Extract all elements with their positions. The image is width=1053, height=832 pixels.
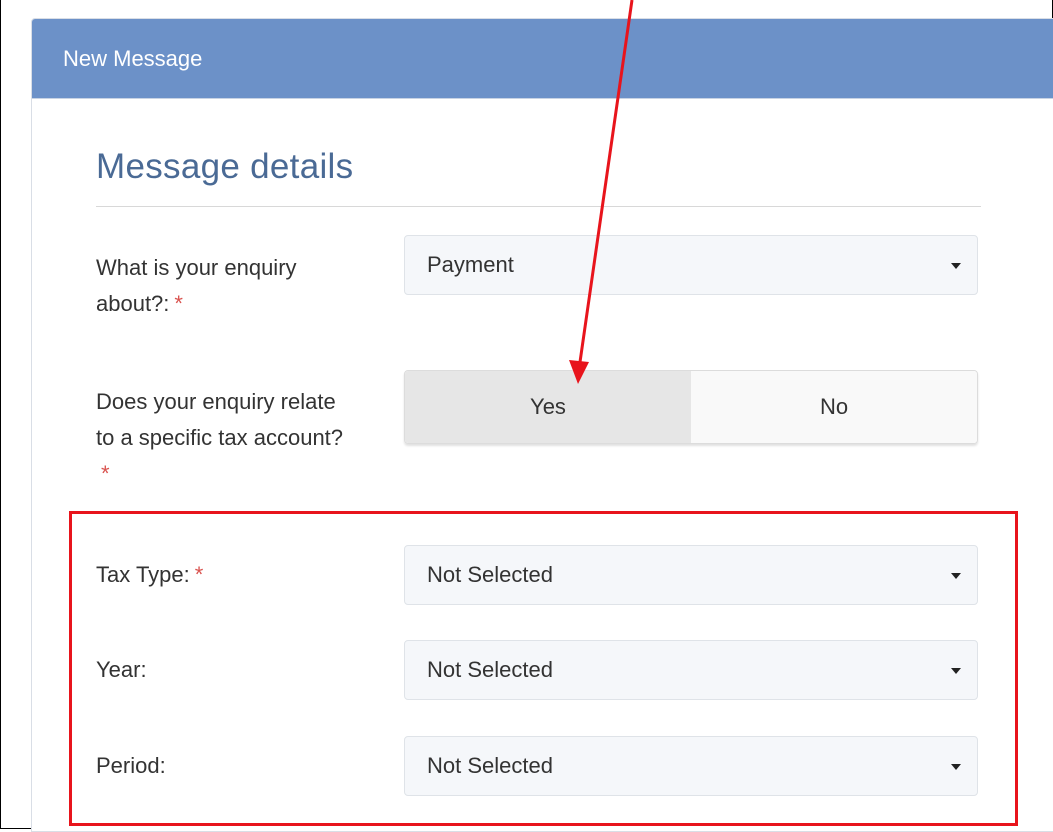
enquiry-select[interactable]: Payment bbox=[404, 235, 978, 295]
tax-type-select-value: Not Selected bbox=[427, 562, 553, 587]
period-label: Period: bbox=[96, 748, 166, 784]
year-label-text: Year: bbox=[96, 657, 147, 682]
enquiry-select-value: Payment bbox=[427, 252, 514, 277]
required-marker: * bbox=[194, 562, 204, 587]
chevron-down-icon bbox=[951, 764, 961, 770]
section-title: Message details bbox=[96, 147, 354, 186]
year-select-value: Not Selected bbox=[427, 657, 553, 682]
tax-type-label-text: Tax Type: bbox=[96, 562, 190, 587]
year-select[interactable]: Not Selected bbox=[404, 640, 978, 700]
section-divider bbox=[96, 206, 981, 207]
tax-account-toggle: Yes No bbox=[404, 370, 978, 444]
chevron-down-icon bbox=[951, 573, 961, 579]
yes-button[interactable]: Yes bbox=[405, 371, 691, 443]
tax-account-label: Does your enquiry relate to a specific t… bbox=[96, 384, 346, 492]
chevron-down-icon bbox=[951, 668, 961, 674]
yes-button-label: Yes bbox=[530, 394, 566, 419]
tax-account-label-text: Does your enquiry relate to a specific t… bbox=[96, 389, 344, 450]
year-label: Year: bbox=[96, 652, 147, 688]
no-button-label: No bbox=[819, 394, 849, 419]
no-button[interactable]: No bbox=[691, 371, 977, 443]
chevron-down-icon bbox=[951, 263, 961, 269]
panel-header-title: New Message bbox=[63, 46, 203, 71]
period-select[interactable]: Not Selected bbox=[404, 736, 978, 796]
required-marker: * bbox=[174, 291, 183, 316]
enquiry-label: What is your enquiry about?: * bbox=[96, 250, 376, 322]
tax-type-label: Tax Type: * bbox=[96, 557, 203, 593]
enquiry-label-text: What is your enquiry about?: bbox=[96, 255, 297, 316]
period-label-text: Period: bbox=[96, 753, 166, 778]
panel-header: New Message bbox=[32, 19, 1053, 99]
required-marker: * bbox=[101, 461, 110, 486]
period-select-value: Not Selected bbox=[427, 753, 553, 778]
tax-type-select[interactable]: Not Selected bbox=[404, 545, 978, 605]
